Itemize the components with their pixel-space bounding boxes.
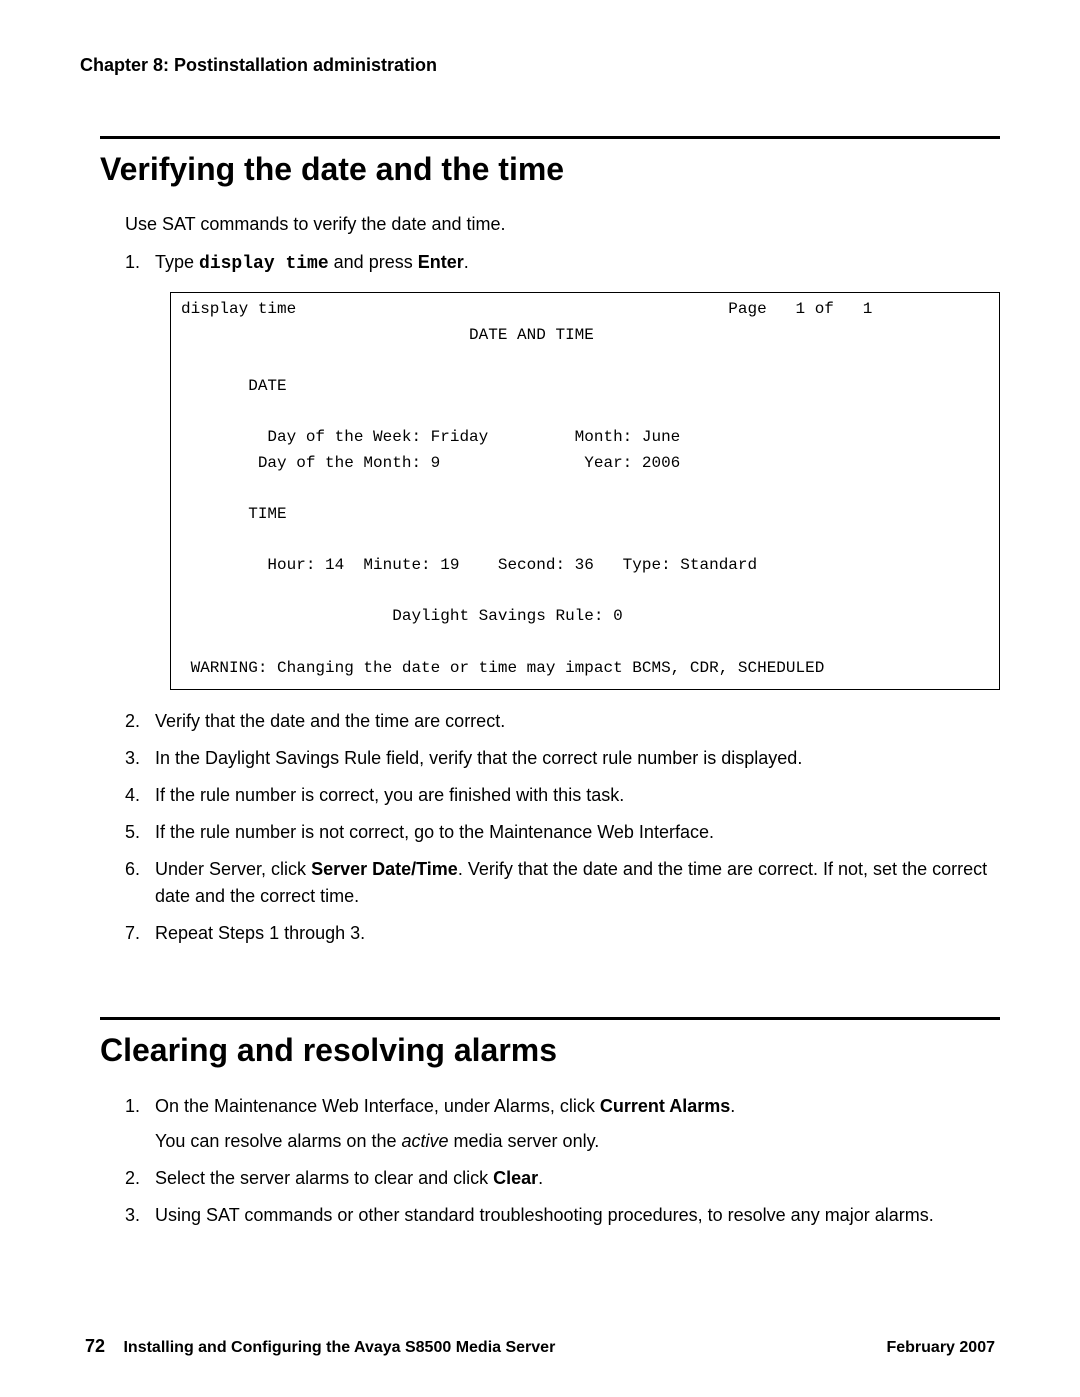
- step-text: On the Maintenance Web Interface, under …: [155, 1093, 735, 1155]
- text-part: .: [464, 252, 469, 272]
- text-part: .: [730, 1096, 735, 1116]
- step-number: 5.: [125, 819, 155, 846]
- step-text: If the rule number is not correct, go to…: [155, 819, 714, 846]
- section-rule: [100, 136, 1000, 139]
- enter-key: Enter: [418, 252, 464, 272]
- command-text: display time: [199, 254, 329, 274]
- text-part: Type: [155, 252, 199, 272]
- step-text: Repeat Steps 1 through 3.: [155, 920, 365, 947]
- page-footer: 72 Installing and Configuring the Avaya …: [85, 1336, 995, 1357]
- step-number: 3.: [125, 745, 155, 772]
- alarm-step-2: 2. Select the server alarms to clear and…: [125, 1165, 1000, 1192]
- step-number: 3.: [125, 1202, 155, 1229]
- alarm-step-1: 1. On the Maintenance Web Interface, und…: [125, 1093, 1000, 1155]
- step-text: If the rule number is correct, you are f…: [155, 782, 624, 809]
- section-title-verify: Verifying the date and the time: [100, 151, 1000, 188]
- step-2: 2. Verify that the date and the time are…: [125, 708, 1000, 735]
- step-number: 1.: [125, 249, 155, 278]
- step-4: 4. If the rule number is correct, you ar…: [125, 782, 1000, 809]
- emphasis: active: [401, 1131, 448, 1151]
- step-1: 1. Type display time and press Enter.: [125, 249, 1000, 278]
- step-number: 2.: [125, 1165, 155, 1192]
- footer-date: February 2007: [886, 1339, 995, 1357]
- step-number: 2.: [125, 708, 155, 735]
- step-text: Type display time and press Enter.: [155, 249, 469, 278]
- step-text: In the Daylight Savings Rule field, veri…: [155, 745, 802, 772]
- section-rule: [100, 1017, 1000, 1020]
- step-text: Select the server alarms to clear and cl…: [155, 1165, 543, 1192]
- text-part: media server only.: [449, 1131, 600, 1151]
- document-title: Installing and Configuring the Avaya S85…: [123, 1339, 555, 1356]
- page-number: 72: [85, 1336, 105, 1356]
- step-7: 7. Repeat Steps 1 through 3.: [125, 920, 1000, 947]
- section-title-alarms: Clearing and resolving alarms: [100, 1032, 1000, 1069]
- text-part: You can resolve alarms on the: [155, 1131, 401, 1151]
- text-part: .: [538, 1168, 543, 1188]
- ui-label: Server Date/Time: [311, 859, 458, 879]
- step-number: 4.: [125, 782, 155, 809]
- steps-list: 2. Verify that the date and the time are…: [125, 708, 1000, 947]
- alarm-step-3: 3. Using SAT commands or other standard …: [125, 1202, 1000, 1229]
- step-text: Verify that the date and the time are co…: [155, 708, 505, 735]
- step-3: 3. In the Daylight Savings Rule field, v…: [125, 745, 1000, 772]
- alarm-steps: 1. On the Maintenance Web Interface, und…: [125, 1093, 1000, 1229]
- text-part: On the Maintenance Web Interface, under …: [155, 1096, 600, 1116]
- text-part: and press: [329, 252, 418, 272]
- ui-label: Clear: [493, 1168, 538, 1188]
- text-part: Under Server, click: [155, 859, 311, 879]
- step-5: 5. If the rule number is not correct, go…: [125, 819, 1000, 846]
- step-6: 6. Under Server, click Server Date/Time.…: [125, 856, 1000, 910]
- step-number: 1.: [125, 1093, 155, 1155]
- terminal-output: display time Page 1 of 1 DATE AND TIME D…: [170, 292, 1000, 690]
- ui-label: Current Alarms: [600, 1096, 730, 1116]
- step-text: Using SAT commands or other standard tro…: [155, 1202, 934, 1229]
- step-number: 7.: [125, 920, 155, 947]
- step-text: Under Server, click Server Date/Time. Ve…: [155, 856, 1000, 910]
- text-part: Select the server alarms to clear and cl…: [155, 1168, 493, 1188]
- intro-text: Use SAT commands to verify the date and …: [125, 212, 1000, 237]
- step-number: 6.: [125, 856, 155, 910]
- chapter-header: Chapter 8: Postinstallation administrati…: [80, 55, 1000, 76]
